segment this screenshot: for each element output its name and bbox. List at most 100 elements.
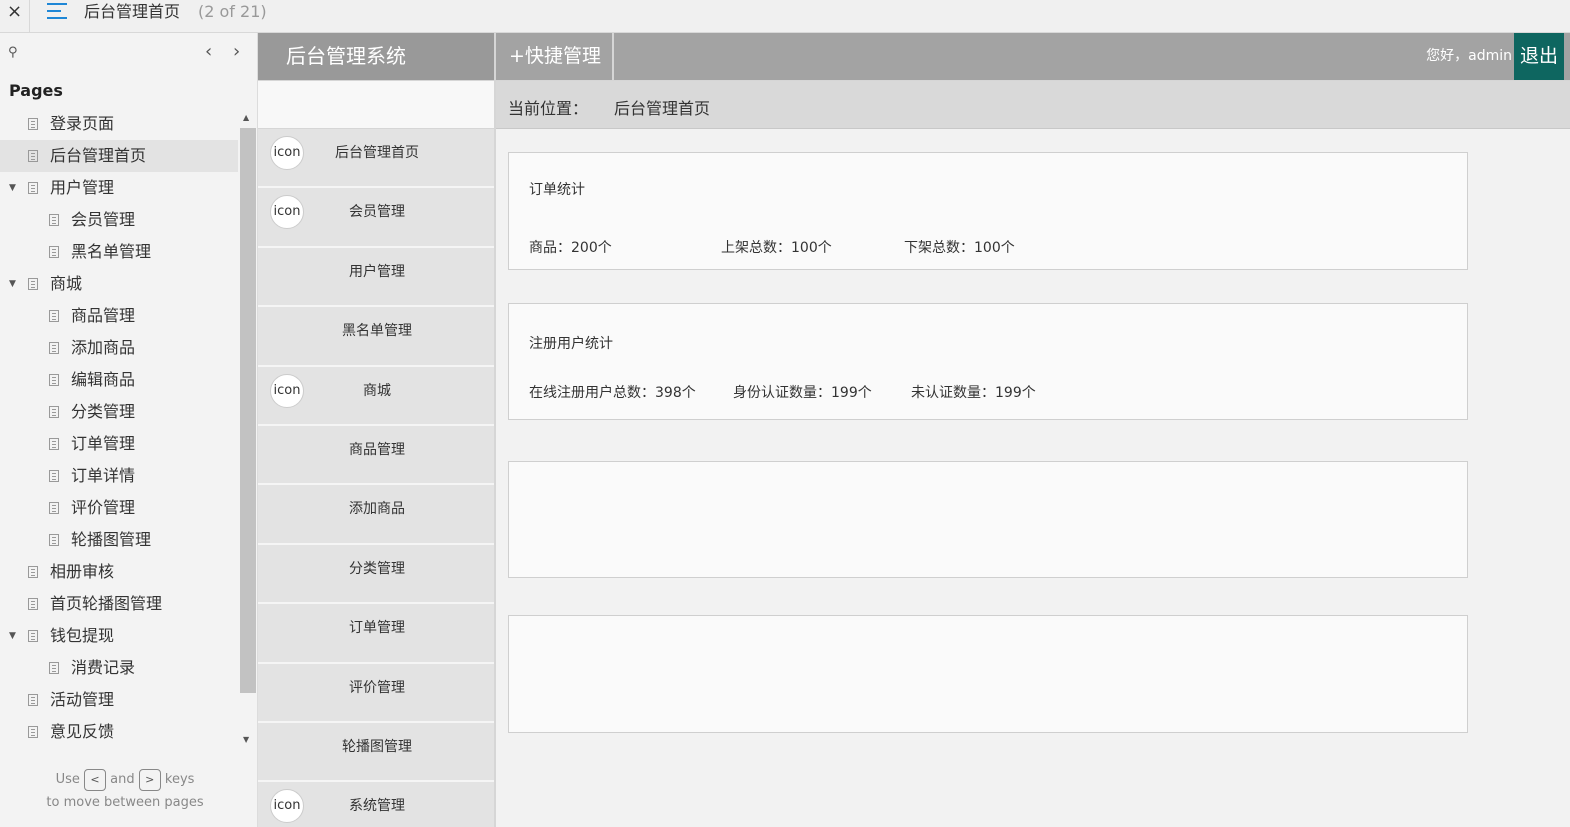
page-tree-item[interactable]: 商品管理 bbox=[0, 300, 238, 332]
page-tree-label: 订单管理 bbox=[71, 434, 136, 453]
page-tree-label: 登录页面 bbox=[50, 114, 115, 133]
user-stat-verified: 身份认证数量：199个 bbox=[733, 385, 872, 401]
page-tree-label: 添加商品 bbox=[71, 338, 136, 357]
search-icon[interactable]: ⚲ bbox=[8, 45, 18, 60]
page-tree-item[interactable]: 黑名单管理 bbox=[0, 236, 238, 268]
sidebar-top bbox=[258, 81, 494, 129]
sidebar-menu-label: 商品管理 bbox=[349, 441, 405, 458]
page-icon bbox=[28, 278, 38, 290]
scrollbar[interactable] bbox=[240, 128, 256, 693]
page-icon bbox=[49, 310, 59, 322]
page-tree-label: 相册审核 bbox=[50, 562, 115, 581]
page-icon bbox=[49, 374, 59, 386]
chevron-right-icon[interactable]: › bbox=[233, 41, 240, 62]
page-tree-item[interactable]: 首页轮播图管理 bbox=[0, 588, 238, 620]
page-tree-item[interactable]: ▼ 用户管理 bbox=[0, 172, 238, 204]
page-icon bbox=[49, 246, 59, 258]
page-icon bbox=[49, 534, 59, 546]
page-icon bbox=[49, 342, 59, 354]
sidebar-menu-item[interactable]: icon 会员管理 bbox=[258, 188, 494, 248]
page-tree-label: 后台管理首页 bbox=[50, 146, 147, 165]
order-stat-goods: 商品：200个 bbox=[529, 240, 612, 256]
close-icon[interactable]: × bbox=[0, 0, 30, 32]
page-tree-item[interactable]: 分类管理 bbox=[0, 396, 238, 428]
page-icon bbox=[49, 406, 59, 418]
logout-button[interactable]: 退出 bbox=[1514, 33, 1564, 80]
sidebar-menu-item[interactable]: icon 后台管理首页 bbox=[258, 129, 494, 189]
sidebar-menu-label: 订单管理 bbox=[349, 620, 405, 637]
page-icon bbox=[49, 502, 59, 514]
page-tree-label: 黑名单管理 bbox=[71, 242, 152, 261]
order-stat-listed: 上架总数：100个 bbox=[721, 240, 832, 256]
sidebar-menu-label: 用户管理 bbox=[349, 263, 405, 280]
order-stats-card: 订单统计 商品：200个 上架总数：100个 下架总数：100个 bbox=[508, 152, 1468, 270]
expand-arrow-icon[interactable]: ▼ bbox=[9, 268, 16, 300]
menu-icon[interactable] bbox=[47, 3, 67, 21]
page-tree-item[interactable]: 订单管理 bbox=[0, 428, 238, 460]
sidebar-menu-label: 商城 bbox=[363, 382, 391, 399]
scroll-up-icon[interactable]: ▲ bbox=[243, 113, 249, 122]
page-tree-item[interactable]: 轮播图管理 bbox=[0, 524, 238, 556]
sidebar-menu-label: 黑名单管理 bbox=[342, 323, 412, 340]
page-tree: 登录页面后台管理首页 ▼ 用户管理会员管理黑名单管理 ▼ 商城商品管理添加商品编辑商品分… bbox=[0, 108, 238, 748]
expand-arrow-icon[interactable]: ▼ bbox=[9, 172, 16, 204]
empty-card bbox=[508, 615, 1468, 733]
order-stat-delisted: 下架总数：100个 bbox=[904, 240, 1015, 256]
sidebar-menu-item[interactable]: 订单管理 bbox=[258, 604, 494, 664]
sidebar-menu-item[interactable]: 商品管理 bbox=[258, 425, 494, 486]
page-title: 后台管理首页 bbox=[84, 2, 181, 21]
page-tree-label: 评价管理 bbox=[71, 498, 136, 517]
empty-card bbox=[508, 461, 1468, 578]
sidebar-menu-label: 系统管理 bbox=[349, 798, 405, 815]
page-tree-item[interactable]: 活动管理 bbox=[0, 684, 238, 716]
chevron-left-icon[interactable]: ‹ bbox=[205, 41, 212, 62]
hint-line2: to move between pages bbox=[46, 795, 204, 810]
quick-manage-button[interactable]: +快捷管理 bbox=[498, 33, 614, 80]
page-icon bbox=[28, 150, 38, 162]
sidebar-menu-item[interactable]: 添加商品 bbox=[258, 485, 494, 545]
page-tree-label: 商品管理 bbox=[71, 306, 136, 325]
sidebar-menu-label: 会员管理 bbox=[349, 204, 405, 221]
scroll-down-icon[interactable]: ▼ bbox=[243, 735, 249, 744]
pages-heading: Pages bbox=[9, 81, 63, 100]
sidebar-menu-item[interactable]: 黑名单管理 bbox=[258, 307, 494, 367]
page-tree-item[interactable]: 编辑商品 bbox=[0, 364, 238, 396]
page-tree-item[interactable]: 相册审核 bbox=[0, 556, 238, 588]
page-tree-item[interactable]: 评价管理 bbox=[0, 492, 238, 524]
page-tree-item[interactable]: ▼ 商城 bbox=[0, 268, 238, 300]
page-tree-label: 钱包提现 bbox=[50, 626, 115, 645]
page-tree-item[interactable]: 订单详情 bbox=[0, 460, 238, 492]
page-tree-item[interactable]: ▼ 钱包提现 bbox=[0, 620, 238, 652]
order-stats-title: 订单统计 bbox=[529, 182, 585, 198]
user-greeting: 您好，admin bbox=[1426, 48, 1512, 64]
page-tree-item[interactable]: 登录页面 bbox=[0, 108, 238, 140]
page-tree-item[interactable]: 后台管理首页 bbox=[0, 140, 238, 172]
page-icon bbox=[49, 662, 59, 674]
user-stats-card: 注册用户统计 在线注册用户总数：398个 身份认证数量：199个 未认证数量：1… bbox=[508, 303, 1468, 420]
sidebar-menu-item[interactable]: icon 商城 bbox=[258, 366, 494, 426]
page-tree-item[interactable]: 意见反馈 bbox=[0, 716, 238, 748]
hint-use: Use bbox=[55, 772, 80, 787]
page-tree-label: 会员管理 bbox=[71, 210, 136, 229]
sidebar-menu-item[interactable]: icon 系统管理 bbox=[258, 782, 494, 827]
prev-key-icon: < bbox=[84, 768, 106, 791]
page-tree-label: 轮播图管理 bbox=[71, 530, 152, 549]
sidebar-menu-item[interactable]: 评价管理 bbox=[258, 663, 494, 723]
sidebar-menu-label: 后台管理首页 bbox=[335, 145, 419, 161]
sidebar-menu-item[interactable]: 轮播图管理 bbox=[258, 722, 494, 783]
expand-arrow-icon[interactable]: ▼ bbox=[9, 620, 16, 652]
page-tree-item[interactable]: 会员管理 bbox=[0, 204, 238, 236]
page-icon bbox=[28, 630, 38, 642]
sidebar-menu-label: 评价管理 bbox=[349, 679, 405, 696]
sidebar-menu-label: 分类管理 bbox=[349, 560, 405, 577]
page-tree-label: 首页轮播图管理 bbox=[50, 594, 163, 613]
page-tree-label: 意见反馈 bbox=[50, 722, 115, 741]
page-tree-label: 编辑商品 bbox=[71, 370, 136, 389]
sidebar-menu-item[interactable]: 分类管理 bbox=[258, 544, 494, 605]
page-tree-item[interactable]: 添加商品 bbox=[0, 332, 238, 364]
sidebar-menu-item[interactable]: 用户管理 bbox=[258, 247, 494, 308]
sidebar-menu: icon 后台管理首页 icon 会员管理用户管理黑名单管理 icon 商城商品管理添加商… bbox=[258, 129, 494, 827]
page-tree-label: 订单详情 bbox=[71, 466, 136, 485]
page-tree-label: 活动管理 bbox=[50, 690, 115, 709]
page-tree-item[interactable]: 消费记录 bbox=[0, 652, 238, 684]
